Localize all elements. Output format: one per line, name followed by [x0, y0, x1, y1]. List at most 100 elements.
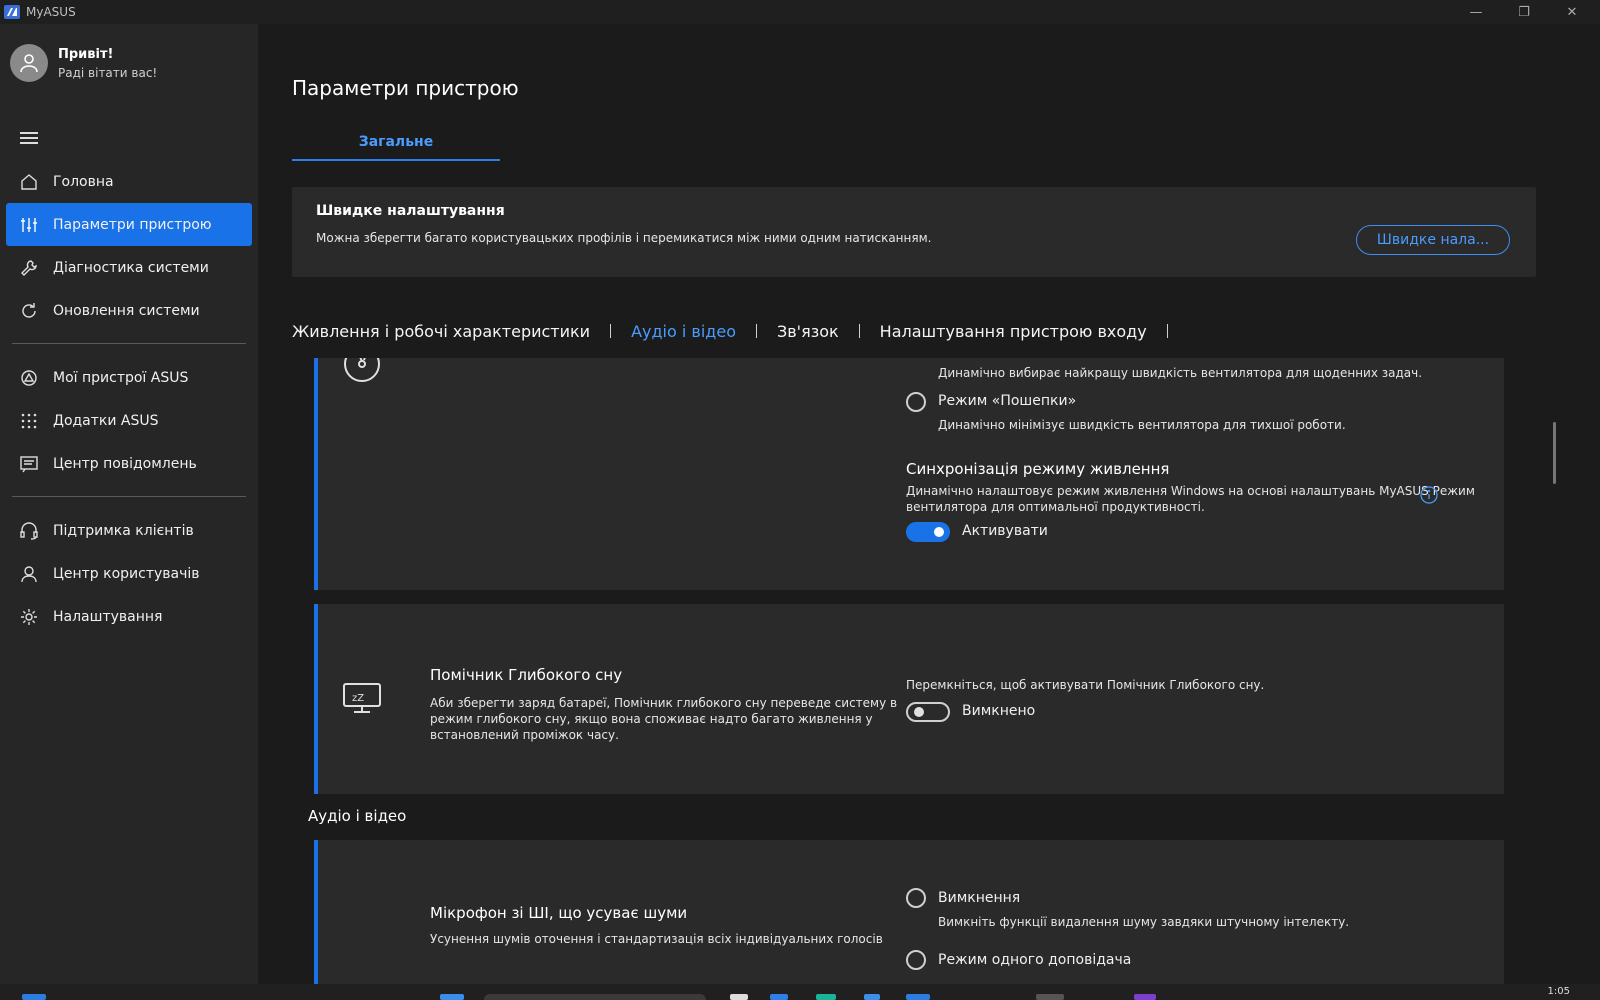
- single-speaker-label: Режим одного доповідача: [938, 952, 1132, 968]
- fan-option-desc: Динамічно вибирає найкращу швидкість вен…: [938, 366, 1423, 380]
- info-icon[interactable]: [1420, 486, 1438, 508]
- taskview-icon[interactable]: [440, 994, 464, 1000]
- mic-off-desc: Вимкніть функції видалення шуму завдяки …: [938, 915, 1350, 929]
- sidebar-divider: [12, 496, 246, 497]
- settings-scroll-area[interactable]: Динамічно вибирає найкращу швидкість вен…: [292, 358, 1552, 984]
- sidebar-item-settings[interactable]: Налаштування: [6, 595, 252, 638]
- taskbar: 1:05: [0, 984, 1600, 1000]
- sidebar-item-label: Параметри пристрою: [53, 216, 212, 233]
- tab-separator: [610, 324, 612, 338]
- maximize-button[interactable]: ❐: [1500, 0, 1548, 24]
- search-box[interactable]: [484, 994, 706, 1000]
- tab-audio-video[interactable]: Аудіо і відео: [631, 322, 736, 341]
- tab-connectivity[interactable]: Зв'язок: [777, 322, 839, 341]
- sleep-monitor-icon: zZ: [342, 682, 382, 720]
- sidebar-item-label: Центр повідомлень: [53, 455, 197, 472]
- fan-mode-card: Динамічно вибирає найкращу швидкість вен…: [314, 358, 1504, 590]
- deep-sleep-title: Помічник Глибокого сну: [430, 666, 623, 684]
- sidebar-item-home[interactable]: Головна: [6, 160, 252, 203]
- sidebar-item-user-center[interactable]: Центр користувачів: [6, 552, 252, 595]
- gear-icon: [18, 606, 40, 628]
- power-sync-toggle-label: Активувати: [962, 523, 1048, 539]
- taskbar-app-icon[interactable]: [864, 994, 880, 1000]
- myasus-logo-icon: [4, 5, 20, 19]
- ai-mic-card: Мікрофон зі ШІ, що усуває шуми Усунення …: [314, 840, 1504, 984]
- sidebar-item-label: Підтримка клієнтів: [53, 522, 194, 539]
- tab-power-performance[interactable]: Живлення і робочі характеристики: [292, 322, 590, 341]
- quick-settings-button[interactable]: Швидке нала...: [1356, 225, 1510, 255]
- taskbar-app-icon[interactable]: [906, 994, 930, 1000]
- sidebar-item-system-update[interactable]: Оновлення системи: [6, 289, 252, 332]
- mic-off-label: Вимкнення: [938, 890, 1021, 906]
- sidebar-item-device-settings[interactable]: Параметри пристрою: [6, 203, 252, 246]
- taskbar-app-icon[interactable]: [816, 994, 836, 1000]
- sidebar-item-label: Діагностика системи: [53, 259, 209, 276]
- tab-separator: [858, 324, 860, 338]
- category-tabs: Живлення і робочі характеристики Аудіо і…: [292, 320, 1188, 342]
- apps-grid-icon: [18, 410, 40, 432]
- sidebar-item-label: Налаштування: [53, 608, 163, 625]
- deep-sleep-desc: режим глибокого сну, якщо вона споживає …: [430, 712, 873, 726]
- svg-text:zZ: zZ: [352, 693, 364, 704]
- fan-icon: [342, 358, 382, 388]
- main-content: Параметри пристрою Загальне Швидке налаш…: [258, 24, 1600, 984]
- sidebar: Привіт! Раді вітати вас! Головна Парамет…: [0, 24, 258, 984]
- asus-devices-icon: [18, 367, 40, 389]
- sidebar-item-label: Центр користувачів: [53, 565, 200, 582]
- greeting-sub: Раді вітати вас!: [58, 65, 158, 80]
- audio-video-section-title: Аудіо і відео: [308, 807, 407, 825]
- tab-general[interactable]: Загальне: [292, 134, 500, 162]
- sidebar-item-diagnostics[interactable]: Діагностика системи: [6, 246, 252, 289]
- quick-settings-card: Швидке налаштування Можна зберегти багат…: [292, 187, 1536, 277]
- tab-input-device[interactable]: Налаштування пристрою входу: [880, 322, 1147, 341]
- deep-sleep-toggle-label: Вимкнено: [962, 703, 1036, 719]
- power-sync-desc: Динамічно налаштовує режим живлення Wind…: [906, 484, 1475, 498]
- tab-underline: [292, 159, 500, 161]
- whisper-mode-radio[interactable]: [906, 392, 926, 412]
- power-sync-title: Синхронізація режиму живлення: [906, 460, 1170, 478]
- mic-off-radio[interactable]: [906, 888, 926, 908]
- deep-sleep-desc: Аби зберегти заряд батареї, Помічник гли…: [430, 696, 898, 710]
- wrench-icon: [18, 257, 40, 279]
- ai-mic-desc: Усунення шумів оточення і стандартизація…: [430, 932, 883, 946]
- user-profile[interactable]: Привіт! Раді вітати вас!: [10, 44, 157, 82]
- quick-settings-desc: Можна зберегти багато користувацьких про…: [316, 231, 932, 245]
- sidebar-item-label: Головна: [53, 173, 114, 190]
- power-sync-toggle[interactable]: [906, 522, 950, 542]
- page-title: Параметри пристрою: [292, 76, 519, 100]
- ai-mic-title: Мікрофон зі ШІ, що усуває шуми: [430, 904, 688, 922]
- title-bar: MyASUS — ❐ ✕: [0, 0, 1600, 24]
- taskbar-app-icon[interactable]: [1036, 994, 1064, 1000]
- whisper-mode-label: Режим «Пошепки»: [938, 393, 1077, 409]
- sidebar-item-customer-support[interactable]: Підтримка клієнтів: [6, 509, 252, 552]
- greeting: Привіт!: [58, 46, 114, 62]
- avatar[interactable]: [10, 44, 48, 82]
- sidebar-item-my-devices[interactable]: Мої пристрої ASUS: [6, 356, 252, 399]
- scrollbar-thumb[interactable]: [1553, 422, 1556, 484]
- deep-sleep-card: zZ Помічник Глибокого сну Аби зберегти з…: [314, 604, 1504, 794]
- taskbar-app-icon[interactable]: [1134, 994, 1156, 1000]
- minimize-button[interactable]: —: [1452, 0, 1500, 24]
- power-sync-desc: вентилятора для оптимальної продуктивнос…: [906, 500, 1205, 514]
- sidebar-item-asus-apps[interactable]: Додатки ASUS: [6, 399, 252, 442]
- taskbar-app-icon[interactable]: [730, 994, 748, 1000]
- app-title: MyASUS: [26, 5, 76, 19]
- single-speaker-radio[interactable]: [906, 950, 926, 970]
- whisper-mode-desc: Динамічно мінімізує швидкість вентилятор…: [938, 418, 1346, 432]
- start-button[interactable]: [22, 994, 46, 1000]
- sidebar-item-message-center[interactable]: Центр повідомлень: [6, 442, 252, 485]
- sidebar-item-label: Додатки ASUS: [53, 412, 159, 429]
- taskbar-clock: 1:05: [1547, 986, 1570, 997]
- taskbar-app-icon[interactable]: [770, 994, 788, 1000]
- sliders-icon: [18, 214, 40, 236]
- home-icon: [18, 171, 40, 193]
- sidebar-divider: [12, 343, 246, 344]
- message-icon: [18, 453, 40, 475]
- close-button[interactable]: ✕: [1548, 0, 1596, 24]
- tab-separator: [1166, 324, 1168, 338]
- deep-sleep-toggle[interactable]: [906, 702, 950, 722]
- headset-icon: [18, 520, 40, 542]
- tab-separator: [755, 324, 757, 338]
- sidebar-item-label: Оновлення системи: [53, 302, 200, 319]
- menu-icon[interactable]: [20, 132, 38, 146]
